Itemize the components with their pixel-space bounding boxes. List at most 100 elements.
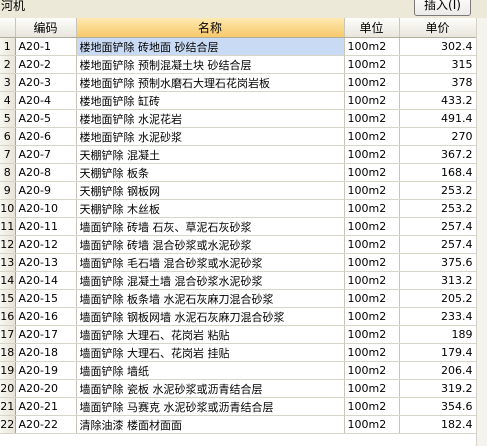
name-cell[interactable]: 清除油漆 楼面材面面 [76,415,345,434]
name-cell[interactable]: 天棚铲除 板条 [76,163,345,182]
unit-cell[interactable]: 100m2 [344,307,400,326]
row-number[interactable]: 3 [0,73,16,92]
table-row[interactable]: 15 A20-15 墙面铲除 板条墙 水泥石灰麻刀混合砂浆 100m2 205.2 [0,289,476,308]
row-number[interactable]: 15 [0,289,16,308]
unit-cell[interactable]: 100m2 [344,397,400,416]
name-cell[interactable]: 墙面铲除 瓷板 水泥砂浆或沥青结合层 [76,379,345,398]
price-cell[interactable]: 205.2 [399,289,476,308]
unit-cell[interactable]: 100m2 [344,289,400,308]
price-cell[interactable]: 206.4 [399,361,476,380]
table-row[interactable]: 13 A20-13 墙面铲除 毛石墙 混合砂浆或水泥砂浆 100m2 375.6 [0,253,476,272]
name-cell[interactable]: 楼地面铲除 砖地面 砂结合层 [76,37,345,56]
code-cell[interactable]: A20-5 [15,109,77,128]
row-number[interactable]: 5 [0,109,16,128]
unit-cell[interactable]: 100m2 [344,55,400,74]
name-cell[interactable]: 墙面铲除 钢板网墙 水泥石灰麻刀混合砂浆 [76,307,345,326]
code-cell[interactable]: A20-20 [15,379,77,398]
price-cell[interactable]: 375.6 [399,253,476,272]
row-number[interactable]: 19 [0,361,16,380]
unit-cell[interactable]: 100m2 [344,109,400,128]
row-number[interactable]: 21 [0,397,16,416]
code-cell[interactable]: A20-10 [15,199,77,218]
code-cell[interactable]: A20-16 [15,307,77,326]
code-cell[interactable]: A20-2 [15,55,77,74]
row-number[interactable]: 16 [0,307,16,326]
unit-cell[interactable]: 100m2 [344,37,400,56]
code-cell[interactable]: A20-15 [15,289,77,308]
table-row[interactable]: 5 A20-5 楼地面铲除 水泥花岩 100m2 491.4 [0,109,476,128]
price-cell[interactable]: 315 [399,55,476,74]
row-number[interactable]: 13 [0,253,16,272]
table-row[interactable]: 2 A20-2 楼地面铲除 预制混凝土块 砂结合层 100m2 315 [0,55,476,74]
unit-cell[interactable]: 100m2 [344,271,400,290]
price-cell[interactable]: 378 [399,73,476,92]
name-cell[interactable]: 楼地面铲除 水泥砂浆 [76,127,345,146]
code-cell[interactable]: A20-9 [15,181,77,200]
price-cell[interactable]: 367.2 [399,145,476,164]
unit-cell[interactable]: 100m2 [344,415,400,434]
price-cell[interactable]: 433.2 [399,91,476,110]
row-number[interactable]: 12 [0,235,16,254]
row-number[interactable]: 20 [0,379,16,398]
table-row[interactable]: 1 A20-1 楼地面铲除 砖地面 砂结合层 100m2 302.4 [0,37,476,56]
table-row[interactable]: 6 A20-6 楼地面铲除 水泥砂浆 100m2 270 [0,127,476,146]
code-cell[interactable]: A20-12 [15,235,77,254]
row-number[interactable]: 6 [0,127,16,146]
table-row[interactable]: 7 A20-7 天棚铲除 混凝土 100m2 367.2 [0,145,476,164]
vertical-scrollbar[interactable] [476,18,487,446]
unit-cell[interactable]: 100m2 [344,235,400,254]
name-cell[interactable]: 墙面铲除 砖墙 混合砂浆或水泥砂浆 [76,235,345,254]
price-cell[interactable]: 302.4 [399,37,476,56]
table-row[interactable]: 11 A20-11 墙面铲除 砖墙 石灰、草泥石灰砂浆 100m2 257.4 [0,217,476,236]
unit-cell[interactable]: 100m2 [344,145,400,164]
code-cell[interactable]: A20-17 [15,325,77,344]
table-row[interactable]: 18 A20-18 墙面铲除 大理石、花岗岩 挂贴 100m2 179.4 [0,343,476,362]
insert-button[interactable]: 插入(I) [414,0,471,16]
name-cell[interactable]: 天棚铲除 钢板网 [76,181,345,200]
table-row[interactable]: 17 A20-17 墙面铲除 大理石、花岗岩 粘贴 100m2 189 [0,325,476,344]
price-cell[interactable]: 313.2 [399,271,476,290]
code-cell[interactable]: A20-22 [15,415,77,434]
name-cell[interactable]: 墙面铲除 墙纸 [76,361,345,380]
name-column-header[interactable]: 名称 [76,18,345,38]
code-cell[interactable]: A20-13 [15,253,77,272]
row-number[interactable]: 9 [0,181,16,200]
name-cell[interactable]: 墙面铲除 毛石墙 混合砂浆或水泥砂浆 [76,253,345,272]
code-cell[interactable]: A20-21 [15,397,77,416]
row-number[interactable]: 1 [0,37,16,56]
price-column-header[interactable]: 单价 [399,18,476,38]
code-cell[interactable]: A20-8 [15,163,77,182]
price-cell[interactable]: 179.4 [399,343,476,362]
unit-cell[interactable]: 100m2 [344,181,400,200]
code-cell[interactable]: A20-18 [15,343,77,362]
unit-column-header[interactable]: 单位 [344,18,400,38]
table-row[interactable]: 21 A20-21 墙面铲除 马赛克 水泥砂浆或沥青结合层 100m2 354.6 [0,397,476,416]
price-cell[interactable]: 354.6 [399,397,476,416]
name-cell[interactable]: 天棚铲除 混凝土 [76,145,345,164]
code-cell[interactable]: A20-3 [15,73,77,92]
price-cell[interactable]: 182.4 [399,415,476,434]
unit-cell[interactable]: 100m2 [344,325,400,344]
price-cell[interactable]: 253.2 [399,199,476,218]
row-number[interactable]: 8 [0,163,16,182]
name-cell[interactable]: 墙面铲除 马赛克 水泥砂浆或沥青结合层 [76,397,345,416]
table-row[interactable]: 22 A20-22 清除油漆 楼面材面面 100m2 182.4 [0,415,476,434]
unit-cell[interactable]: 100m2 [344,343,400,362]
name-cell[interactable]: 墙面铲除 大理石、花岗岩 挂贴 [76,343,345,362]
row-number-header[interactable] [0,18,16,38]
price-cell[interactable]: 233.4 [399,307,476,326]
name-cell[interactable]: 墙面铲除 大理石、花岗岩 粘贴 [76,325,345,344]
unit-cell[interactable]: 100m2 [344,379,400,398]
price-cell[interactable]: 257.4 [399,217,476,236]
table-row[interactable]: 9 A20-9 天棚铲除 钢板网 100m2 253.2 [0,181,476,200]
table-row[interactable]: 19 A20-19 墙面铲除 墙纸 100m2 206.4 [0,361,476,380]
unit-cell[interactable]: 100m2 [344,253,400,272]
unit-cell[interactable]: 100m2 [344,73,400,92]
name-cell[interactable]: 楼地面铲除 预制水磨石大理石花岗岩板 [76,73,345,92]
table-row[interactable]: 8 A20-8 天棚铲除 板条 100m2 168.4 [0,163,476,182]
price-cell[interactable]: 189 [399,325,476,344]
table-row[interactable]: 16 A20-16 墙面铲除 钢板网墙 水泥石灰麻刀混合砂浆 100m2 233.4 [0,307,476,326]
unit-cell[interactable]: 100m2 [344,127,400,146]
table-row[interactable]: 12 A20-12 墙面铲除 砖墙 混合砂浆或水泥砂浆 100m2 257.4 [0,235,476,254]
name-cell[interactable]: 楼地面铲除 缸砖 [76,91,345,110]
